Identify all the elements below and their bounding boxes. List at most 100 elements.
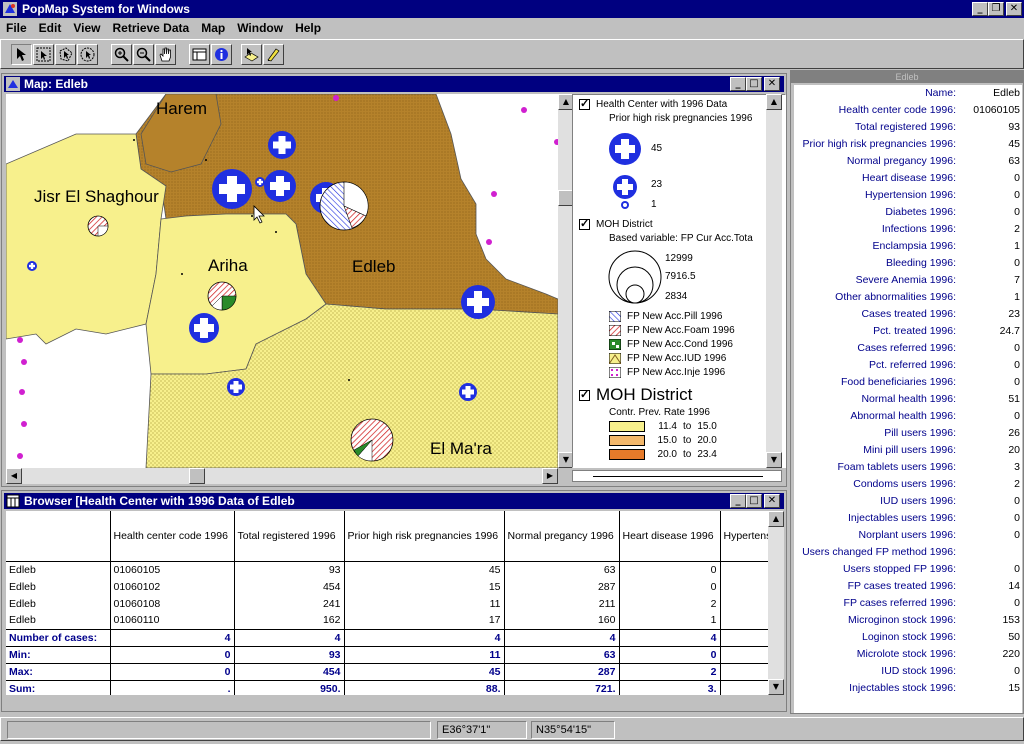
pointer-tool[interactable] xyxy=(11,44,32,65)
menu-window[interactable]: Window xyxy=(231,21,289,35)
table-row[interactable]: Edleb 01060108 241 11 211 2 xyxy=(6,595,768,612)
detail-value: 0 xyxy=(1014,512,1020,524)
detail-row: Condoms users 1996: 2 xyxy=(794,476,1022,493)
table-cell: 287 xyxy=(504,578,620,595)
status-message xyxy=(7,721,431,739)
menu-edit[interactable]: Edit xyxy=(33,21,68,35)
highlighter-tool[interactable] xyxy=(263,44,284,65)
layer3-visible-checkbox[interactable] xyxy=(579,388,590,401)
detail-row: Diabetes 1996: 0 xyxy=(794,204,1022,221)
range-low-swatch xyxy=(609,421,645,432)
column-header[interactable]: Total registered 1996 xyxy=(234,511,345,562)
detail-row: Heart disease 1996: 0 xyxy=(794,170,1022,187)
browser-maximize-icon[interactable]: □ xyxy=(746,494,762,508)
layer2-visible-checkbox[interactable] xyxy=(579,217,590,230)
table-cell: 01060108 xyxy=(110,595,235,612)
info-tool[interactable] xyxy=(211,44,232,65)
summary-row[interactable]: Number of cases: 4 4 4 4 4 xyxy=(6,628,768,646)
map-close-icon[interactable]: ✕ xyxy=(764,77,780,91)
map-canvas[interactable]: Harem Jisr El Shaghour Ariha Edleb El Ma… xyxy=(6,94,558,468)
summary-row[interactable]: Min: 0 93 11 63 0 xyxy=(6,645,768,663)
legend-footer xyxy=(572,470,782,482)
browser-minimize-icon[interactable]: _ xyxy=(730,494,746,508)
column-header[interactable]: Prior high risk pregnancies 1996 xyxy=(344,511,505,562)
data-table: Health center code 1996 Total registered … xyxy=(6,511,768,695)
map-edit-icon xyxy=(244,48,259,62)
legend-scroll-down-icon[interactable]: ▼ xyxy=(766,452,782,468)
detail-value: 51 xyxy=(1008,393,1020,405)
detail-value: 01060105 xyxy=(973,104,1020,116)
menu-retrieve-data[interactable]: Retrieve Data xyxy=(106,21,195,35)
detail-row: Infections 1996: 2 xyxy=(794,221,1022,238)
menu-view[interactable]: View xyxy=(67,21,106,35)
menu-help[interactable]: Help xyxy=(289,21,327,35)
detail-label: Normal health 1996: xyxy=(861,393,956,405)
detail-row: Food beneficiaries 1996: 0 xyxy=(794,374,1022,391)
table-cell: 63 xyxy=(504,561,620,578)
summary-row[interactable]: Max: 0 454 45 287 2 xyxy=(6,662,768,680)
detail-label: Users changed FP method 1996: xyxy=(802,546,956,558)
browser-close-icon[interactable]: ✕ xyxy=(764,494,780,508)
detail-label: Users stopped FP 1996: xyxy=(842,563,956,575)
detail-row: FP cases treated 1996: 14 xyxy=(794,578,1022,595)
map-hscroll-thumb[interactable] xyxy=(189,468,205,484)
minimize-icon[interactable]: _ xyxy=(972,2,988,16)
column-header[interactable]: Hypertens xyxy=(720,511,768,562)
detail-value: 0 xyxy=(1014,172,1020,184)
scroll-left-icon[interactable]: ◀ xyxy=(6,468,22,484)
map-edit-tool[interactable] xyxy=(241,44,262,65)
browser-vscroll[interactable]: ▲ ▼ xyxy=(768,511,784,695)
detail-label: FP cases referred 1996: xyxy=(843,597,956,609)
table-row[interactable]: Edleb 01060110 162 17 160 1 xyxy=(6,612,768,629)
select-polygon-tool[interactable] xyxy=(55,44,76,65)
browser-scroll-up-icon[interactable]: ▲ xyxy=(768,511,784,527)
detail-value: 0 xyxy=(1014,529,1020,541)
legend-vscroll[interactable]: ▲ ▼ xyxy=(766,94,782,468)
range-mid-to-word: to xyxy=(683,435,692,446)
browser-scroll-down-icon[interactable]: ▼ xyxy=(768,679,784,695)
zoom-out-tool[interactable] xyxy=(133,44,154,65)
column-header[interactable]: Normal pregancy 1996 xyxy=(504,511,620,562)
pan-tool[interactable] xyxy=(155,44,176,65)
column-header[interactable]: Heart disease 1996 xyxy=(619,511,721,562)
summary-row[interactable]: Sum:. 950. 88. 721. 3. xyxy=(6,679,768,695)
layer1-visible-checkbox[interactable] xyxy=(579,97,590,110)
map-hscroll[interactable]: ◀ ▶ xyxy=(6,468,558,484)
column-header[interactable]: Health center code 1996 xyxy=(110,511,235,562)
detail-value: 0 xyxy=(1014,359,1020,371)
close-icon[interactable]: ✕ xyxy=(1006,2,1022,16)
menu-bar: File Edit View Retrieve Data Map Window … xyxy=(0,18,1024,38)
column-header[interactable] xyxy=(6,511,111,562)
select-rectangle-tool[interactable] xyxy=(33,44,54,65)
detail-value: 0 xyxy=(1014,410,1020,422)
table-cell: 93 xyxy=(234,561,345,578)
map-minimize-icon[interactable]: _ xyxy=(730,77,746,91)
zoom-in-tool[interactable] xyxy=(111,44,132,65)
map-window-titlebar: Map: Edleb _ □ ✕ xyxy=(4,76,784,92)
range-high-from: 20.0 xyxy=(657,449,677,460)
menu-file[interactable]: File xyxy=(0,21,33,35)
map-maximize-icon[interactable]: □ xyxy=(746,77,762,91)
pattern-iud-icon xyxy=(609,353,621,364)
detail-label: Normal pregancy 1996: xyxy=(846,155,956,167)
legend-scroll-up-icon[interactable]: ▲ xyxy=(766,94,782,110)
table-tool[interactable] xyxy=(189,44,210,65)
table-row[interactable]: Edleb 01060105 93 45 63 0 xyxy=(6,561,768,578)
table-row[interactable]: Edleb 01060102 454 15 287 0 xyxy=(6,578,768,595)
pattern-pill-label: FP New Acc.Pill 1996 xyxy=(627,311,723,322)
menu-map[interactable]: Map xyxy=(195,21,231,35)
scroll-right-icon[interactable]: ▶ xyxy=(542,468,558,484)
detail-label: FP cases treated 1996: xyxy=(847,580,956,592)
range-mid-from: 15.0 xyxy=(657,435,677,446)
layer1-size-label-1: 45 xyxy=(651,143,663,154)
detail-value: 3 xyxy=(1014,461,1020,473)
detail-row: IUD stock 1996: 0 xyxy=(794,663,1022,680)
detail-label: Microginon stock 1996: xyxy=(848,614,956,626)
map-window: Map: Edleb _ □ ✕ Harem Jisr El Shaghour … xyxy=(1,73,787,487)
restore-icon[interactable]: ❐ xyxy=(988,2,1004,16)
info-icon xyxy=(215,48,228,61)
table-cell: 454 xyxy=(234,578,345,595)
select-circle-tool[interactable] xyxy=(77,44,98,65)
browser-window-icon xyxy=(6,494,20,508)
detail-label: Loginon stock 1996: xyxy=(862,631,956,643)
